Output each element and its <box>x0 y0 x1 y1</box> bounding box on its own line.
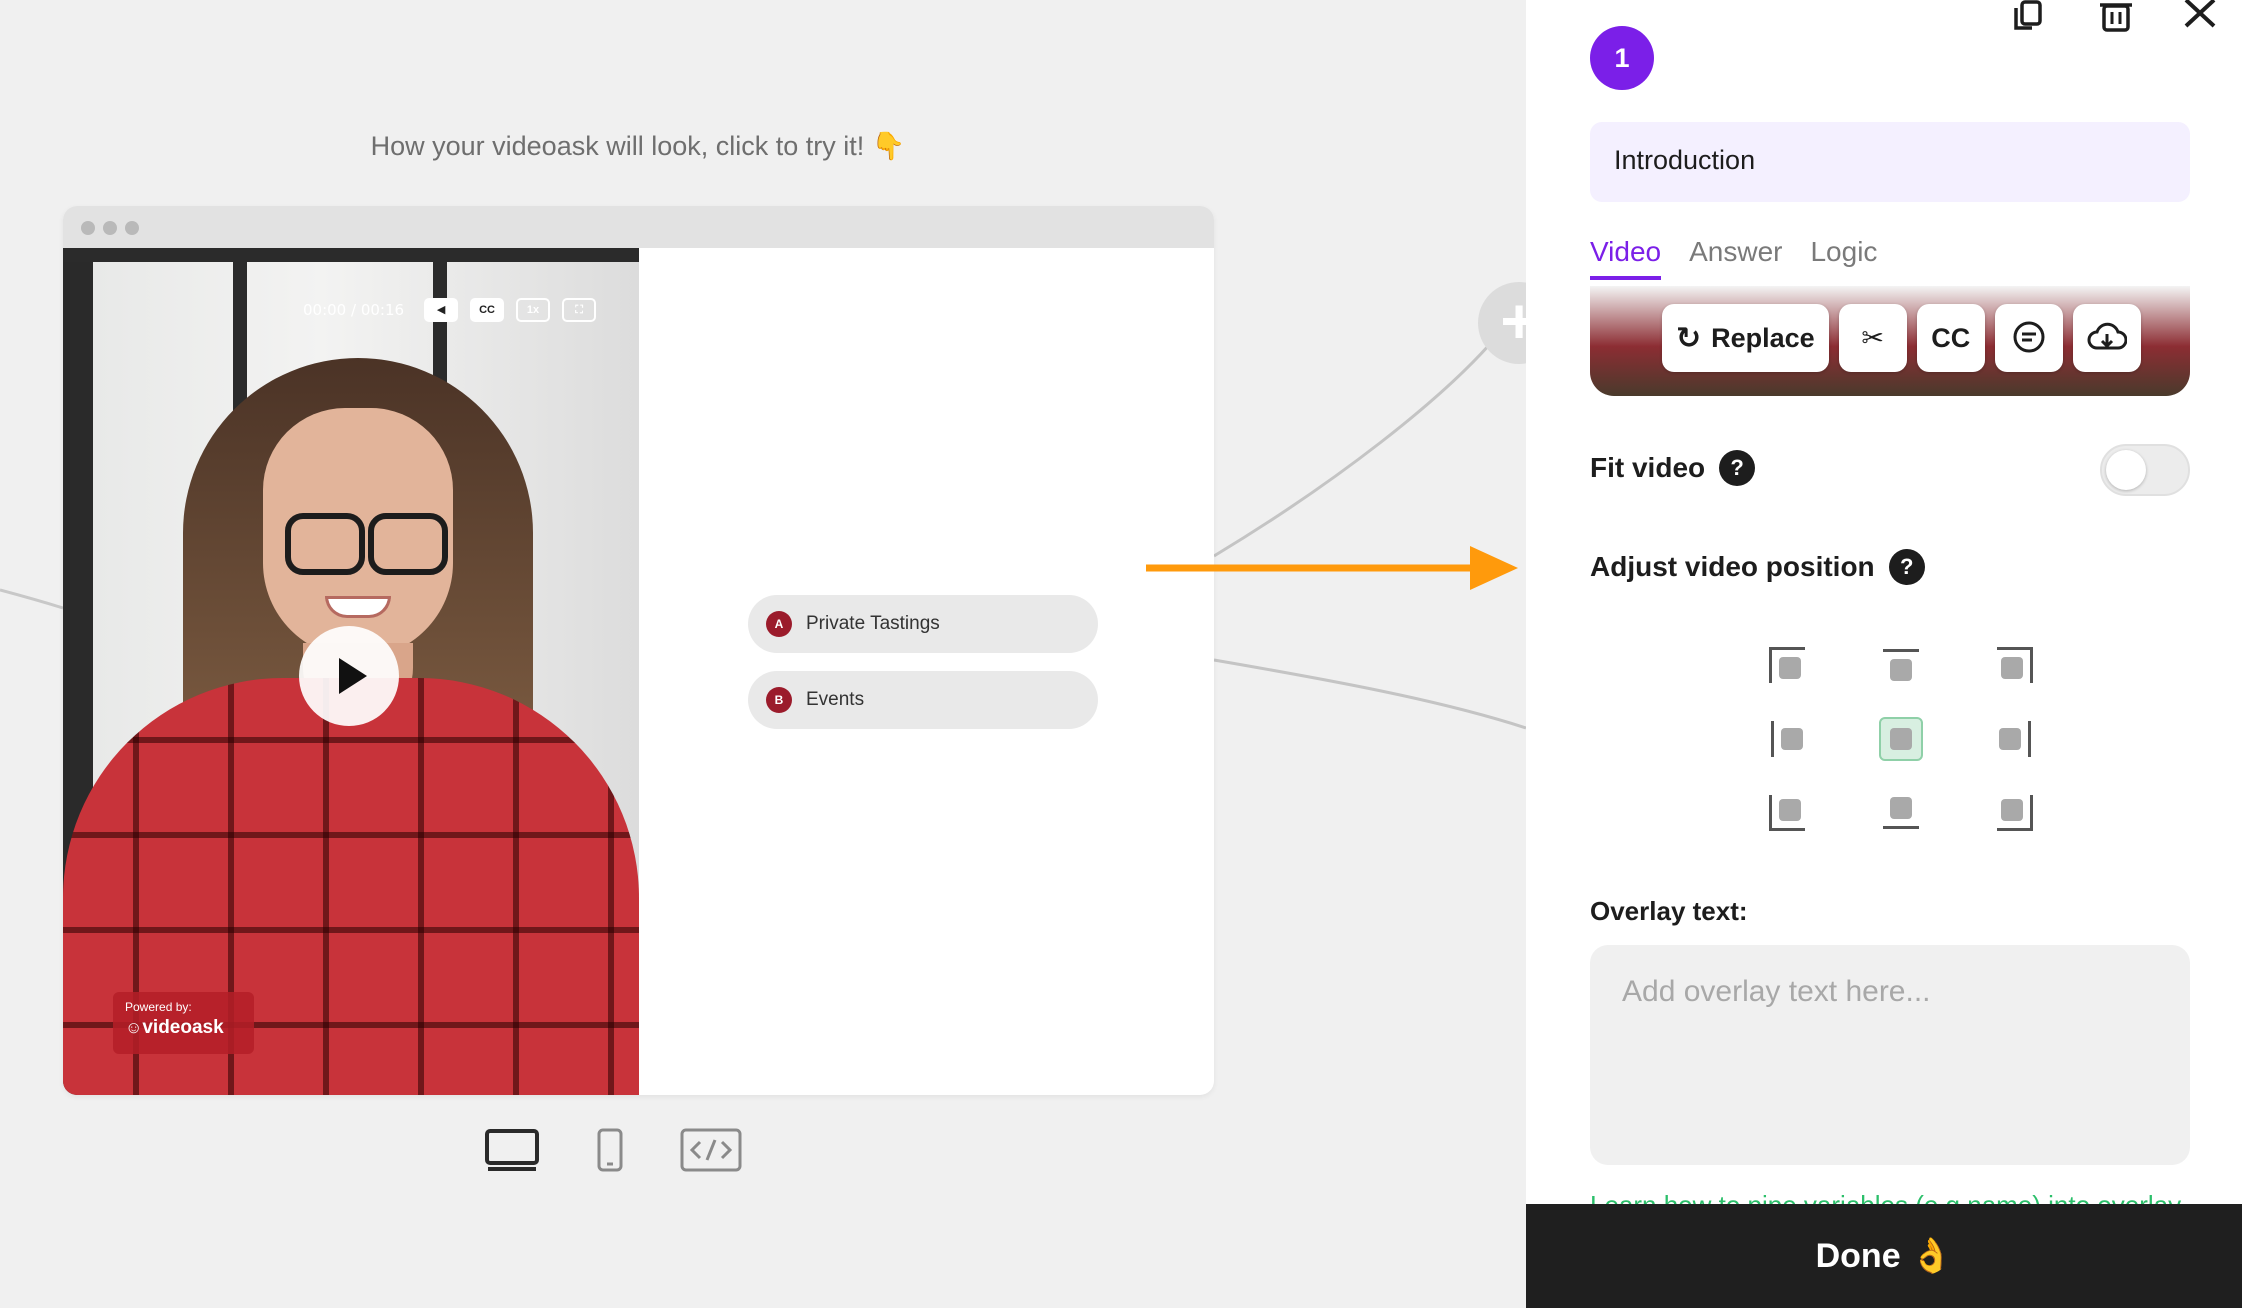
toggle-knob <box>2106 450 2146 490</box>
position-bottom-center-button[interactable] <box>1879 787 1923 831</box>
help-icon[interactable]: ? <box>1888 549 1925 585</box>
answer-text: Events <box>806 689 865 710</box>
powered-by-label: Powered by: <box>125 1000 192 1014</box>
fit-video-row: Fit video ? <box>1590 450 1756 486</box>
play-button[interactable] <box>299 626 399 726</box>
position-top-center-button[interactable] <box>1879 647 1923 691</box>
browser-dot <box>125 221 139 235</box>
duplicate-icon[interactable] <box>2010 0 2054 34</box>
videoask-logo: videoask <box>125 1017 242 1039</box>
presenter-glasses <box>285 513 365 575</box>
playback-speed-button[interactable]: 1x <box>516 298 551 322</box>
browser-dot <box>103 221 117 235</box>
annotation-arrow <box>1146 546 1518 590</box>
preview-canvas: + How your videoask will look, click to … <box>0 0 1526 1308</box>
desktop-icon[interactable] <box>484 1128 540 1172</box>
tab-video[interactable]: Video <box>1590 236 1662 280</box>
position-middle-right-button[interactable] <box>1989 717 2033 761</box>
replace-video-button[interactable]: ↻ Replace <box>1662 304 1829 372</box>
adjust-position-row: Adjust video position ? <box>1590 549 1925 585</box>
background-window-frame <box>63 248 639 262</box>
done-button[interactable]: Done 👌 <box>1526 1204 2242 1308</box>
position-middle-left-button[interactable] <box>1769 717 1813 761</box>
preview-caption: How your videoask will look, click to tr… <box>370 131 906 161</box>
captions-button[interactable]: CC <box>470 298 505 322</box>
panel-tabs: Video Answer Logic <box>1590 236 1877 280</box>
step-title-field[interactable]: Introduction <box>1590 122 2190 202</box>
fullscreen-icon[interactable]: ⛶ <box>562 298 597 322</box>
close-icon[interactable] <box>2178 0 2222 34</box>
panel-actions <box>2010 0 2222 34</box>
answer-option-a[interactable]: A Private Tastings <box>748 595 1098 653</box>
mobile-icon[interactable] <box>596 1128 624 1172</box>
answer-letter: A <box>766 611 792 637</box>
video-thumbnail-toolbar: ↻ Replace ✂ CC <box>1590 286 2190 396</box>
position-top-right-button[interactable] <box>1989 647 2033 691</box>
position-bottom-left-button[interactable] <box>1769 787 1813 831</box>
step-number-badge: 1 <box>1590 26 1654 90</box>
step-editor-panel: 1 Introduction Video Answer Logic ↻ Repl… <box>1526 0 2242 1308</box>
replace-icon: ↻ <box>1676 321 1702 355</box>
video-player[interactable]: 00:00 / 00:16 ◀ CC 1x ⛶ Powered by: vide… <box>63 248 639 1095</box>
tab-answer[interactable]: Answer <box>1689 236 1782 280</box>
presenter-glasses <box>368 513 448 575</box>
trim-video-button[interactable]: ✂ <box>1838 304 1907 372</box>
captions-button[interactable]: CC <box>1916 304 1985 372</box>
fit-video-label: Fit video <box>1590 452 1706 483</box>
adjust-position-label: Adjust video position <box>1590 551 1875 582</box>
position-bottom-right-button[interactable] <box>1989 787 2033 831</box>
cloud-download-icon <box>2087 322 2127 350</box>
overlay-text-label: Overlay text: <box>1590 896 1748 926</box>
tab-logic[interactable]: Logic <box>1810 236 1877 280</box>
replace-label: Replace <box>1711 322 1815 353</box>
videoask-preview-frame[interactable]: 00:00 / 00:16 ◀ CC 1x ⛶ Powered by: vide… <box>63 206 1214 1095</box>
answer-text: Private Tastings <box>806 613 940 634</box>
volume-icon[interactable]: ◀ <box>424 298 459 322</box>
answer-option-b[interactable]: B Events <box>748 671 1098 729</box>
fit-video-toggle[interactable] <box>2100 444 2190 496</box>
trash-icon[interactable] <box>2094 0 2138 34</box>
overlay-text-input[interactable] <box>1590 945 2190 1165</box>
browser-dot <box>81 221 95 235</box>
video-time: 00:00 / 00:16 <box>303 301 405 319</box>
position-center-button[interactable] <box>1879 717 1923 761</box>
scissors-icon: ✂ <box>1861 322 1885 353</box>
video-position-grid <box>1736 634 2066 844</box>
powered-by-badge[interactable]: Powered by: videoask <box>113 992 254 1054</box>
device-switcher <box>484 1128 742 1172</box>
download-button[interactable] <box>2072 304 2141 372</box>
comment-button[interactable] <box>1994 304 2063 372</box>
chat-bubble-icon <box>2013 321 2045 353</box>
video-controls: 00:00 / 00:16 ◀ CC 1x ⛶ <box>303 298 597 322</box>
position-top-left-button[interactable] <box>1769 647 1813 691</box>
embed-code-icon[interactable] <box>680 1128 742 1172</box>
video-toolbar-buttons: ↻ Replace ✂ CC <box>1662 304 2141 372</box>
help-icon[interactable]: ? <box>1719 450 1756 486</box>
answer-letter: B <box>766 687 792 713</box>
answer-options: A Private Tastings B Events <box>748 595 1098 747</box>
browser-title-bar <box>63 206 1214 248</box>
